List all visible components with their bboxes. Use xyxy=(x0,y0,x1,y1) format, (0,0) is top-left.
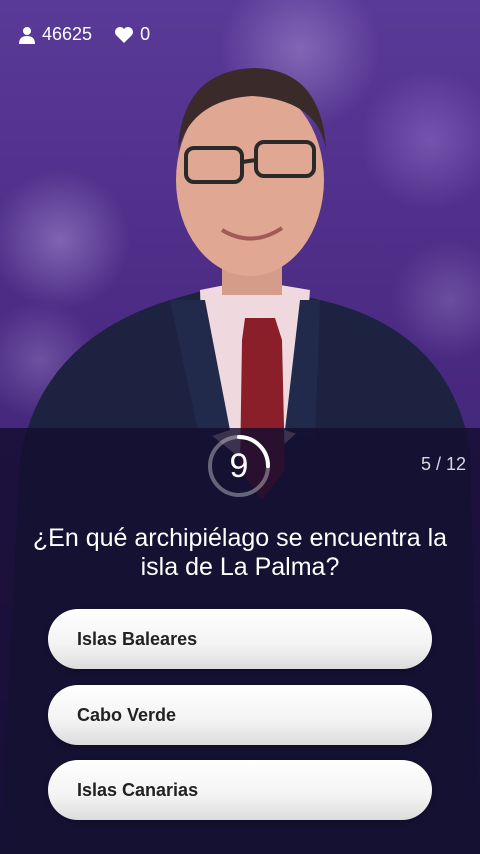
answer-option-2[interactable]: Cabo Verde xyxy=(48,685,432,745)
viewers-stat: 46625 xyxy=(18,24,92,45)
stats-bar: 46625 0 xyxy=(18,24,150,45)
heart-icon xyxy=(115,26,134,43)
answer-label: Islas Canarias xyxy=(77,779,199,800)
answer-option-1[interactable]: Islas Baleares xyxy=(48,609,432,669)
answer-label: Islas Baleares xyxy=(77,628,198,649)
viewers-count: 46625 xyxy=(42,24,93,44)
answer-label: Cabo Verde xyxy=(77,704,177,725)
question-progress: 5 / 12 xyxy=(420,454,466,474)
user-icon xyxy=(19,26,35,44)
likes-stat: 0 xyxy=(114,24,150,45)
question-text: ¿En qué archipiélago se encuentra la isl… xyxy=(32,524,448,581)
answer-option-3[interactable]: Islas Canarias xyxy=(48,760,432,820)
likes-count: 0 xyxy=(140,24,151,44)
timer-count: 9 xyxy=(229,446,249,485)
